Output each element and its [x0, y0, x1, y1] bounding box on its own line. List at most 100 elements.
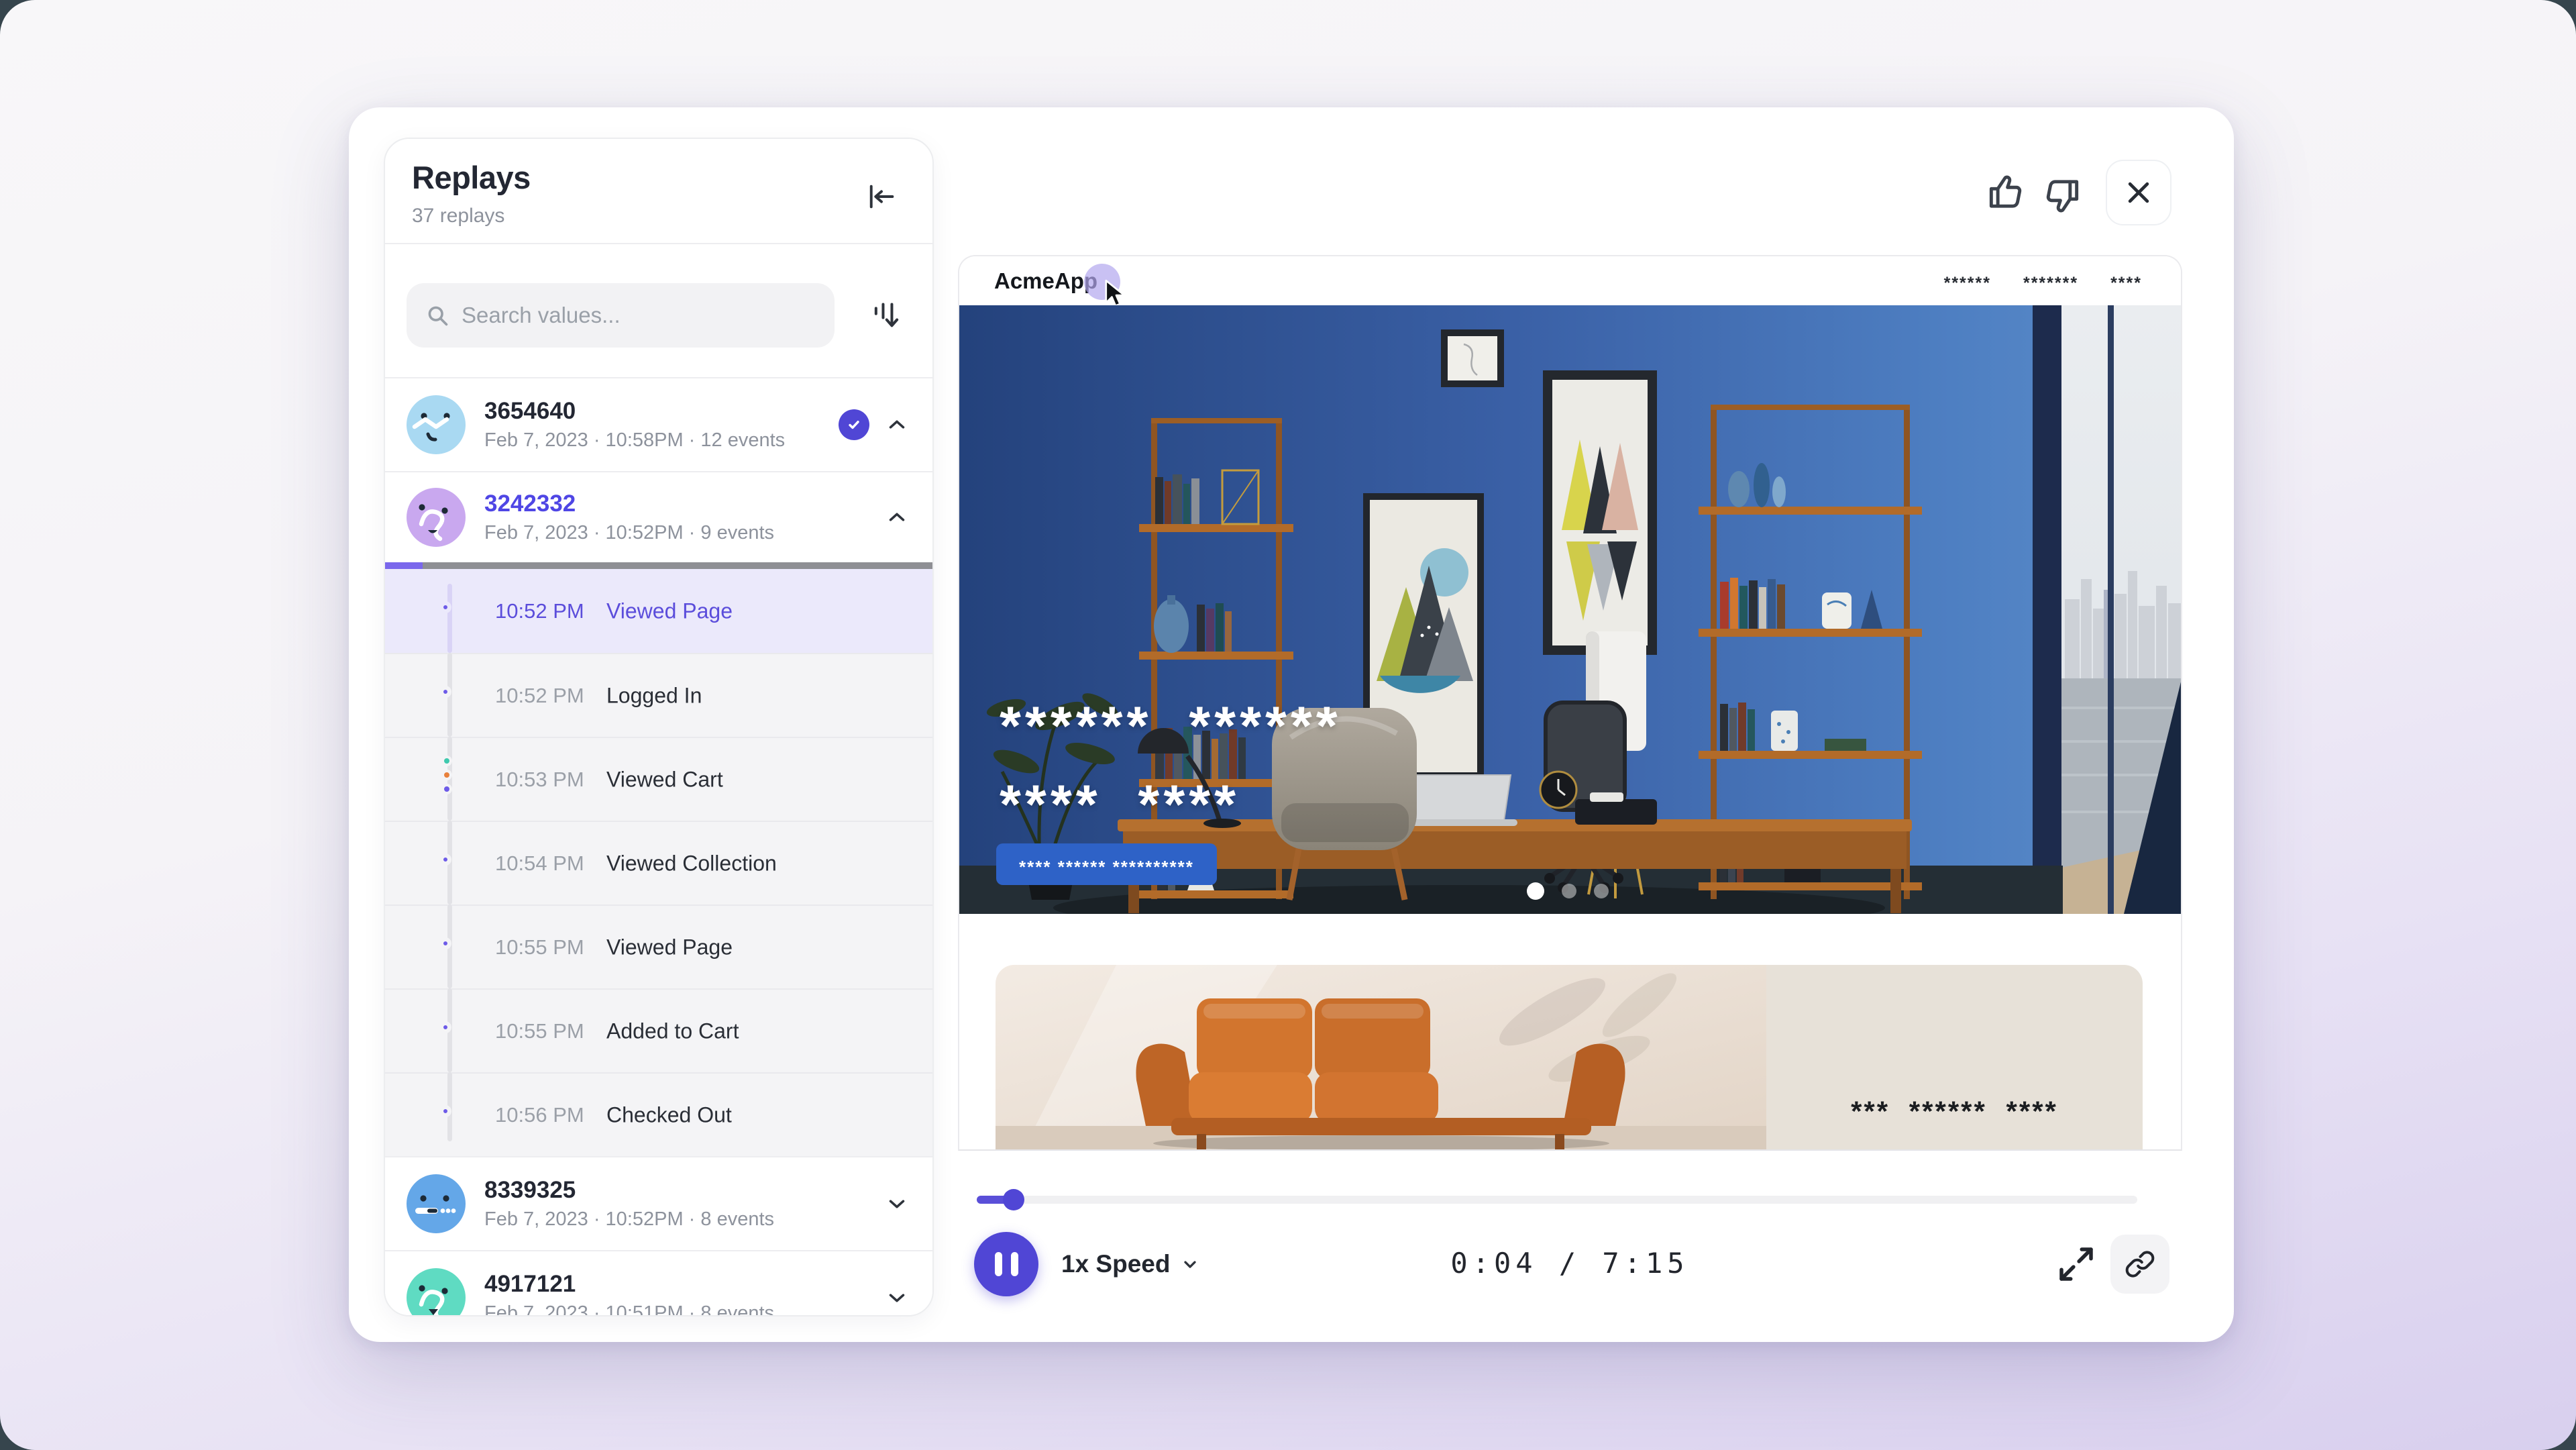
session-meta: Feb 7, 2023 · 10:51PM · 8 events	[484, 1302, 885, 1316]
playback-time: 0:04 / 7:15	[1450, 1247, 1688, 1280]
copy-link-button[interactable]	[2110, 1235, 2169, 1294]
replay-product-card: *** ****** ****	[996, 965, 2143, 1151]
chevron-up-icon[interactable]	[885, 506, 908, 529]
avatar	[407, 488, 466, 547]
event-row-added-to-cart[interactable]: 10:55 PM Added to Cart	[385, 988, 932, 1072]
sofa-image	[996, 965, 1766, 1151]
event-time: 10:55 PM	[495, 935, 584, 960]
event-row-viewed-page[interactable]: 10:52 PM Viewed Page	[385, 569, 932, 653]
sidebar-header: Replays 37 replays	[385, 139, 932, 243]
avatar	[407, 1174, 466, 1233]
thumbs-up-icon	[1984, 172, 2026, 213]
chevron-down-icon	[1181, 1255, 1199, 1274]
thumbs-up-button[interactable]	[1984, 172, 2026, 213]
speed-label: 1x Speed	[1061, 1250, 1170, 1278]
masked-nav-item: ****	[2110, 274, 2142, 293]
replay-hero-section: ****** ****** **** **** **** ****** ****…	[959, 305, 2182, 914]
playback-progress-bar[interactable]	[977, 1196, 2137, 1204]
event-row-viewed-page-2[interactable]: 10:55 PM Viewed Page	[385, 904, 932, 988]
replay-masked-nav: ****** ******* ****	[1944, 256, 2142, 305]
replay-site-topbar: AcmeApp ****** ******* ****	[959, 256, 2181, 305]
search-icon	[425, 303, 449, 327]
chevron-down-icon[interactable]	[885, 1192, 908, 1215]
session-id-active: 3242332	[484, 490, 885, 517]
session-row-3654640[interactable]: 3654640 Feb 7, 2023 · 10:58PM · 12 event…	[385, 377, 932, 471]
event-dot	[439, 937, 451, 949]
chevron-up-icon[interactable]	[885, 413, 908, 436]
event-time: 10:56 PM	[495, 1103, 584, 1127]
playback-speed-button[interactable]: 1x Speed	[1061, 1245, 1199, 1284]
replays-sidebar: Replays 37 replays 3654640 Feb 7, 2023 ·…	[384, 138, 934, 1316]
event-time: 10:52 PM	[495, 684, 584, 708]
sort-filter-button[interactable]	[868, 297, 903, 334]
fullscreen-button[interactable]	[2054, 1242, 2098, 1286]
event-row-logged-in[interactable]: 10:52 PM Logged In	[385, 653, 932, 737]
pause-button[interactable]	[974, 1232, 1038, 1296]
event-time: 10:53 PM	[495, 768, 584, 792]
session-id: 8339325	[484, 1177, 885, 1204]
masked-nav-item: *******	[2023, 274, 2078, 293]
event-time: 10:54 PM	[495, 851, 584, 876]
carousel-dot	[1594, 884, 1609, 898]
sort-descending-icon	[868, 297, 903, 334]
event-label: Checked Out	[606, 1102, 732, 1127]
pause-icon	[995, 1252, 1002, 1276]
event-time: 10:55 PM	[495, 1019, 584, 1043]
masked-hero-heading-line2: **** ****	[1000, 765, 1240, 828]
event-label: Added to Cart	[606, 1019, 739, 1043]
masked-hero-cta-button: **** ****** **********	[996, 843, 1217, 885]
playback-scrubber-knob[interactable]	[1003, 1189, 1024, 1210]
session-row-4917121[interactable]: 4917121 Feb 7, 2023 · 10:51PM · 8 events	[385, 1250, 932, 1316]
masked-hero-heading-line1: ****** ******	[1000, 686, 1342, 749]
session-playback-progress	[385, 562, 932, 569]
replay-site-logo: AcmeApp	[994, 268, 1097, 294]
thumbs-down-button[interactable]	[2042, 174, 2084, 216]
event-time: 10:52 PM	[495, 599, 584, 623]
collapse-panel-icon	[865, 180, 898, 213]
event-label: Viewed Cart	[606, 767, 723, 792]
session-meta: Feb 7, 2023 · 10:52PM · 8 events	[484, 1208, 885, 1231]
search-input[interactable]	[462, 303, 816, 328]
product-text-panel: *** ****** ****	[1766, 965, 2143, 1151]
event-dot	[439, 601, 451, 613]
carousel-dot	[1562, 884, 1576, 898]
search-field[interactable]	[407, 283, 835, 348]
session-progress-fill	[385, 562, 423, 569]
session-meta: Feb 7, 2023 · 10:58PM · 12 events	[484, 429, 839, 452]
avatar	[407, 1268, 466, 1316]
event-label: Viewed Page	[606, 599, 733, 623]
event-dot	[439, 1105, 451, 1117]
event-dot	[439, 686, 451, 698]
session-id: 3654640	[484, 398, 839, 425]
event-dot	[439, 853, 451, 866]
page-title: Replays	[412, 159, 531, 196]
session-row-8339325[interactable]: 8339325 Feb 7, 2023 · 10:52PM · 8 events	[385, 1156, 932, 1250]
watched-check-badge	[839, 409, 869, 440]
session-row-3242332[interactable]: 3242332 Feb 7, 2023 · 10:52PM · 9 events	[385, 471, 932, 562]
carousel-dots	[1527, 882, 1609, 900]
cursor-icon	[1103, 279, 1127, 309]
event-timeline: 10:52 PM Viewed Page 10:52 PM Logged In …	[385, 569, 932, 1156]
thumbs-down-icon	[2042, 174, 2084, 216]
carousel-dot-active	[1527, 882, 1544, 900]
event-row-viewed-cart[interactable]: 10:53 PM Viewed Cart	[385, 737, 932, 821]
event-row-checked-out[interactable]: 10:56 PM Checked Out	[385, 1072, 932, 1156]
app-background: Replays 37 replays 3654640 Feb 7, 2023 ·…	[0, 0, 2576, 1450]
event-multi-dot	[441, 756, 452, 794]
event-row-viewed-collection[interactable]: 10:54 PM Viewed Collection	[385, 821, 932, 904]
close-button[interactable]	[2106, 160, 2171, 225]
timeline-line	[447, 584, 452, 653]
close-icon	[2124, 178, 2153, 207]
event-label: Viewed Collection	[606, 851, 777, 876]
event-label: Viewed Page	[606, 935, 733, 960]
collapse-sidebar-button[interactable]	[865, 180, 898, 213]
masked-nav-item: ******	[1944, 274, 1991, 293]
avatar	[407, 395, 466, 454]
replay-viewport: AcmeApp ****** ******* ****	[958, 255, 2182, 1151]
masked-product-text: *** ****** ****	[1766, 1091, 2143, 1123]
replay-modal: Replays 37 replays 3654640 Feb 7, 2023 ·…	[349, 107, 2234, 1342]
event-dot	[439, 1021, 451, 1033]
search-row	[385, 244, 932, 377]
chevron-down-icon[interactable]	[885, 1286, 908, 1309]
event-label: Logged In	[606, 683, 702, 708]
